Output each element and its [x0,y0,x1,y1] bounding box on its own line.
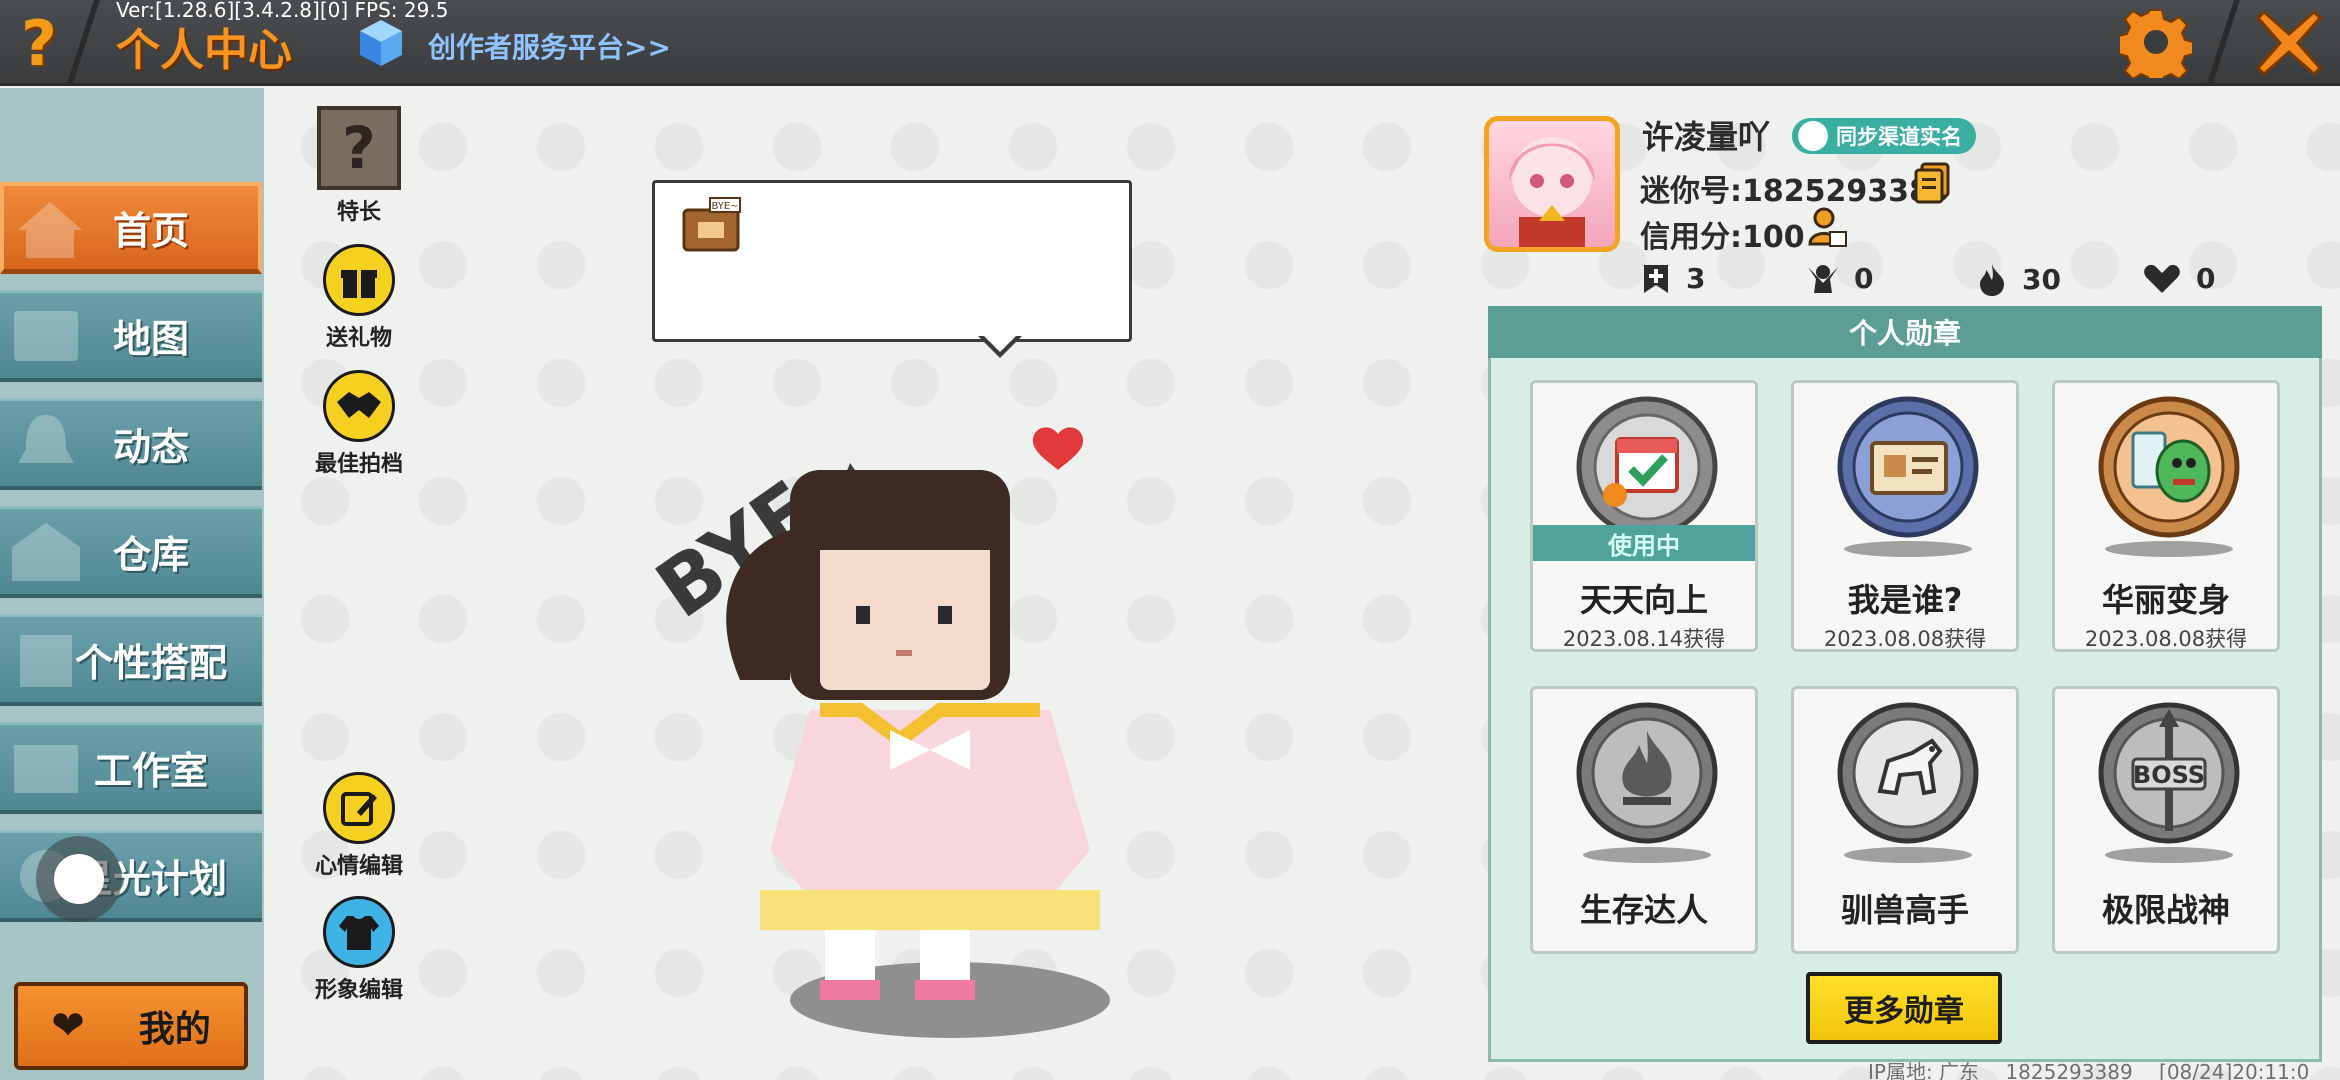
page-title: 个人中心 [116,25,292,76]
boss-medal-icon: BOSS [2098,702,2240,844]
sidebar-item-label: 首页 [112,209,189,253]
medal-name: 生存达人 [1579,891,1708,929]
sidebar-item-map[interactable]: 地图 [0,290,262,382]
avatar[interactable] [1484,116,1620,252]
medal-shadow [2105,847,2233,863]
medal-card-transformation[interactable]: 华丽变身 2023.08.08获得 [2052,380,2280,652]
medal-card-beast-tamer[interactable]: 驯兽高手 [1791,686,2019,954]
sidebar-item-label: 工作室 [93,749,208,793]
mood-edit-button[interactable]: 心情编辑 [304,772,414,880]
medal-shadow [1844,541,1972,557]
more-medals-button[interactable]: 更多勋章 [1806,972,2002,1044]
floating-assistive-ball[interactable] [36,836,122,922]
medal-name: 我是谁? [1847,581,1963,619]
stat-value: 0 [2196,262,2216,295]
credit-user-icon[interactable] [1808,206,1848,248]
sticker-text: BYE~ [711,201,738,212]
medal-name: 华丽变身 [2101,581,2230,619]
close-icon[interactable] [2254,8,2324,78]
footer-time: [08/24]20:11:0 [2159,1060,2310,1080]
svg-text:BOSS: BOSS [2133,761,2205,789]
followers-icon [1808,264,1838,293]
sidebar-item-label: 地图 [112,317,189,361]
best-partner-label: 最佳拍档 [314,452,403,477]
gift-icon [323,244,395,316]
footer-uid: 1825293389 [2005,1060,2133,1080]
sidebar-item-label: 仓库 [112,533,189,577]
copy-icon[interactable] [1914,162,1950,204]
sidebar-item-home[interactable]: 首页 [0,182,262,274]
cube-icon[interactable] [358,18,404,68]
outfit-icon [323,896,395,968]
player-avatar[interactable] [620,410,1140,1050]
medal-card-who-am-i[interactable]: 我是谁? 2023.08.08获得 [1791,380,2019,652]
send-gift-button[interactable]: 送礼物 [304,244,414,352]
username: 许凌量吖 [1642,118,1771,156]
stat-add-friend[interactable]: 3 [1640,262,1705,295]
mini-id: 迷你号:1825293389 [1640,174,1951,209]
help-button[interactable]: ? [0,0,78,86]
realname-sync-badge[interactable]: 同步渠道实名 [1792,118,1976,154]
add-friend-icon [1644,264,1668,293]
in-use-badge: 使用中 [1533,525,1755,561]
creator-platform-link[interactable]: 创作者服务平台>> [428,26,671,66]
specialty-button[interactable]: ? 特长 [304,106,414,226]
send-gift-label: 送礼物 [325,326,392,351]
sidebar-item-label: 动态 [112,425,189,469]
stat-value: 0 [1854,262,1874,295]
medal-name: 驯兽高手 [1840,891,1969,929]
handshake-icon [323,370,395,442]
home-icon [18,202,82,258]
stat-likes[interactable]: 0 [2142,262,2215,295]
flame-icon [1980,264,2004,296]
medal-date: 2023.08.08获得 [2084,627,2248,651]
sidebar-item-studio[interactable]: 工作室 [0,722,262,814]
stat-value: 3 [1686,262,1706,295]
stat-value: 30 [2022,262,2061,296]
warehouse-icon [12,523,80,581]
sidebar-item-feed[interactable]: 动态 [0,398,262,490]
calendar-medal-icon [1576,396,1718,538]
bye-sticker-icon: BYE~ [682,197,741,252]
medal-shadow [2105,541,2233,557]
studio-icon [14,745,78,793]
question-box-icon: ? [317,106,401,190]
edit-icon [323,772,395,844]
stat-popularity[interactable]: 30 [1976,262,2061,296]
mood-edit-label: 心情编辑 [314,854,403,879]
sidebar-item-label: 个性搭配 [74,641,227,685]
id-card-medal-icon [1837,396,1979,538]
heart-icon [2144,264,2180,293]
medal-name: 天天向上 [1579,581,1708,619]
footer-info: IP属地: 广东 1825293389 [08/24]20:11:0 [1868,1056,2329,1080]
credit-score: 信用分:100 [1640,220,1805,255]
ip-location: IP属地: 广东 [1868,1060,1980,1080]
sidebar-item-outfit[interactable]: 个性搭配 [0,614,262,706]
horse-medal-icon [1837,702,1979,844]
specialty-label: 特长 [336,200,381,225]
dino-medal-icon [2098,396,2240,538]
medal-card-extreme-warrior[interactable]: BOSS 极限战神 [2052,686,2280,954]
sidebar-item-warehouse[interactable]: 仓库 [0,506,262,598]
best-partner-button[interactable]: 最佳拍档 [304,370,414,478]
gear-icon[interactable] [2120,6,2192,78]
heart-icon: ❤ [51,1003,85,1049]
avatar-edit-label: 形象编辑 [314,978,403,1003]
me-button[interactable]: ❤ 我的 [14,982,248,1070]
medal-date: 2023.08.14获得 [1562,627,1726,651]
bell-icon [18,415,74,463]
fire-medal-icon [1576,702,1718,844]
stat-followers[interactable]: 0 [1806,262,1873,295]
medal-name: 极限战神 [2101,891,2230,929]
map-icon [14,311,78,361]
me-label: 我的 [138,1009,211,1050]
medal-card-daily-progress[interactable]: 使用中 天天向上 2023.08.14获得 [1530,380,1758,652]
medal-shadow [1583,847,1711,863]
medal-shadow [1844,847,1972,863]
medal-date: 2023.08.08获得 [1823,627,1987,651]
medal-panel-title: 个人勋章 [1488,306,2322,358]
medal-card-survival-expert[interactable]: 生存达人 [1530,686,1758,954]
speech-bubble-tail-fill [982,334,1018,352]
avatar-edit-button[interactable]: 形象编辑 [304,896,414,1004]
